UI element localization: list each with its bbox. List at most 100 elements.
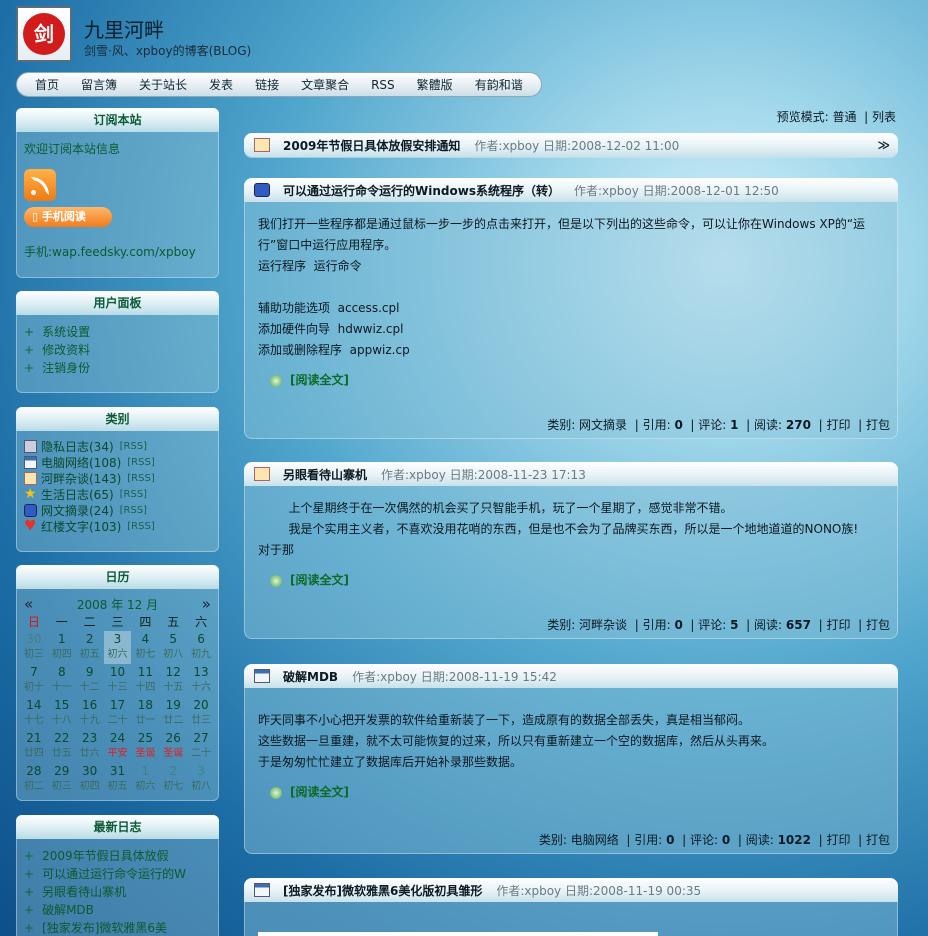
- calendar-day[interactable]: 6: [187, 631, 215, 648]
- mobile-read-button[interactable]: ▯ 手机阅读: [24, 207, 112, 227]
- mobile-url[interactable]: 手机:wap.feedsky.com/xpboy: [24, 243, 211, 260]
- calendar-day[interactable]: 24: [104, 730, 132, 747]
- calendar-day[interactable]: 1: [131, 763, 159, 780]
- read-more-link[interactable]: [阅读全文]: [270, 570, 884, 591]
- post-title[interactable]: [独家发布]微软雅黑6美化版初具雏形: [283, 882, 482, 899]
- print-link[interactable]: 打印: [826, 618, 850, 632]
- calendar-day[interactable]: 23: [76, 730, 104, 747]
- category-rss-link[interactable]: [RSS]: [127, 457, 154, 468]
- calendar-lunar-date: 十九: [79, 715, 100, 726]
- plus-circle-icon: [270, 574, 282, 587]
- calendar-day[interactable]: 30: [20, 631, 48, 648]
- calendar-day[interactable]: 2: [76, 631, 104, 648]
- calendar-day[interactable]: 18: [131, 697, 159, 714]
- pack-link[interactable]: 打包: [866, 618, 890, 632]
- calendar-day[interactable]: 15: [48, 697, 76, 714]
- post-title[interactable]: 2009年节假日具体放假安排通知: [283, 137, 460, 154]
- calendar-day[interactable]: 31: [104, 763, 132, 780]
- system-settings-link[interactable]: + 系统设置: [24, 323, 211, 341]
- calendar-day[interactable]: 2: [159, 763, 187, 780]
- calendar-weekday: 五: [167, 615, 180, 629]
- latest-post-link[interactable]: + 破解MDB: [24, 901, 211, 919]
- calendar-day[interactable]: 3: [103, 630, 132, 647]
- expand-icon[interactable]: ≫: [877, 138, 890, 152]
- nav-about[interactable]: 关于站长: [139, 76, 187, 93]
- nav-links[interactable]: 链接: [255, 76, 279, 93]
- calendar-day[interactable]: 20: [187, 697, 215, 714]
- post-footer: 类别: 网文摘录 | 引用: 0 | 评论: 1 | 阅读: 270 | 打印 …: [547, 418, 890, 432]
- print-link[interactable]: 打印: [826, 833, 850, 847]
- pack-link[interactable]: 打包: [866, 418, 890, 432]
- nav-post[interactable]: 发表: [209, 76, 233, 93]
- calendar-day[interactable]: 4: [131, 631, 159, 648]
- category-item[interactable]: 网文摘录(24) [RSS]: [24, 502, 211, 518]
- print-link[interactable]: 打印: [826, 418, 850, 432]
- category-item[interactable]: ♥ 红楼文字(103) [RSS]: [24, 518, 211, 534]
- category-item[interactable]: ★ 生活日志(65) [RSS]: [24, 486, 211, 502]
- edit-profile-link[interactable]: + 修改资料: [24, 341, 211, 359]
- calendar-day[interactable]: 28: [20, 763, 48, 780]
- calendar-day[interactable]: 30: [76, 763, 104, 780]
- calendar-day[interactable]: 19: [159, 697, 187, 714]
- calendar-day[interactable]: 7: [20, 664, 48, 681]
- calendar-day[interactable]: 22: [48, 730, 76, 747]
- calendar-day[interactable]: 17: [104, 697, 132, 714]
- latest-post-link[interactable]: + 可以通过运行命令运行的W: [24, 865, 211, 883]
- calendar-lunar-date: 初九: [191, 649, 212, 660]
- calendar-lunar-date: 初八: [191, 781, 212, 792]
- read-more-link[interactable]: [阅读全文]: [270, 370, 884, 391]
- category-rss-link[interactable]: [RSS]: [120, 505, 147, 516]
- calendar-day[interactable]: 12: [159, 664, 187, 681]
- site-title[interactable]: 九里河畔: [84, 14, 164, 43]
- nav-harmony[interactable]: 有韵和谐: [475, 76, 523, 93]
- view-mode-list[interactable]: 列表: [872, 110, 896, 124]
- latest-post-link[interactable]: +2009年节假日具体放假: [24, 847, 211, 865]
- logout-link[interactable]: + 注销身份: [24, 359, 211, 377]
- calendar-day[interactable]: 27: [187, 730, 215, 747]
- post-title[interactable]: 另眼看待山寨机: [283, 466, 367, 483]
- nav-home[interactable]: 首页: [35, 76, 59, 93]
- latest-post-link[interactable]: + 另眼看待山寨机: [24, 883, 211, 901]
- calendar-day[interactable]: 26: [159, 730, 187, 747]
- category-rss-link[interactable]: [RSS]: [120, 489, 147, 500]
- calendar-day[interactable]: 8: [48, 664, 76, 681]
- calendar-day[interactable]: 13: [187, 664, 215, 681]
- post-title[interactable]: 可以通过运行命令运行的Windows系统程序（转）: [283, 182, 560, 199]
- calendar-day[interactable]: 29: [48, 763, 76, 780]
- panel-title: 类别: [16, 407, 219, 431]
- calendar-day[interactable]: 9: [76, 664, 104, 681]
- category-item[interactable]: 隐私日志(34) [RSS]: [24, 438, 211, 454]
- nav-traditional[interactable]: 繁體版: [417, 76, 453, 93]
- calendar-day[interactable]: 16: [76, 697, 104, 714]
- nav-aggregate[interactable]: 文章聚合: [301, 76, 349, 93]
- calendar-day[interactable]: 5: [159, 631, 187, 648]
- latest-post-link[interactable]: + [独家发布]微软雅黑6美: [24, 919, 211, 936]
- category-rss-link[interactable]: [RSS]: [120, 441, 147, 452]
- calendar-next-button[interactable]: »: [202, 595, 211, 613]
- calendar-lunar-date: 初十: [23, 682, 44, 693]
- calendar-day[interactable]: 21: [20, 730, 48, 747]
- calendar-prev-button[interactable]: «: [24, 595, 33, 613]
- category-item[interactable]: 电脑网络(108) [RSS]: [24, 454, 211, 470]
- nav-rss[interactable]: RSS: [371, 78, 395, 92]
- pack-link[interactable]: 打包: [866, 833, 890, 847]
- category-rss-link[interactable]: [RSS]: [127, 473, 154, 484]
- nav-guestbook[interactable]: 留言簿: [81, 76, 117, 93]
- post-category-link[interactable]: 类别: 网文摘录: [547, 418, 627, 432]
- post-category-link[interactable]: 类别: 电脑网络: [539, 833, 619, 847]
- rss-feed-icon[interactable]: [24, 169, 56, 201]
- post-title[interactable]: 破解MDB: [283, 668, 338, 685]
- read-more-link[interactable]: [阅读全文]: [270, 782, 884, 803]
- calendar-day[interactable]: 14: [20, 697, 48, 714]
- post-category-link[interactable]: 类别: 河畔杂谈: [547, 618, 627, 632]
- home-icon: [254, 138, 270, 152]
- category-item[interactable]: 河畔杂谈(143) [RSS]: [24, 470, 211, 486]
- site-logo[interactable]: 剑: [16, 6, 72, 62]
- calendar-day[interactable]: 25: [131, 730, 159, 747]
- calendar-day[interactable]: 10: [104, 664, 132, 681]
- view-mode-normal[interactable]: 普通: [832, 110, 856, 124]
- calendar-day[interactable]: 11: [131, 664, 159, 681]
- calendar-day[interactable]: 1: [48, 631, 76, 648]
- calendar-day[interactable]: 3: [187, 763, 215, 780]
- category-rss-link[interactable]: [RSS]: [127, 521, 154, 532]
